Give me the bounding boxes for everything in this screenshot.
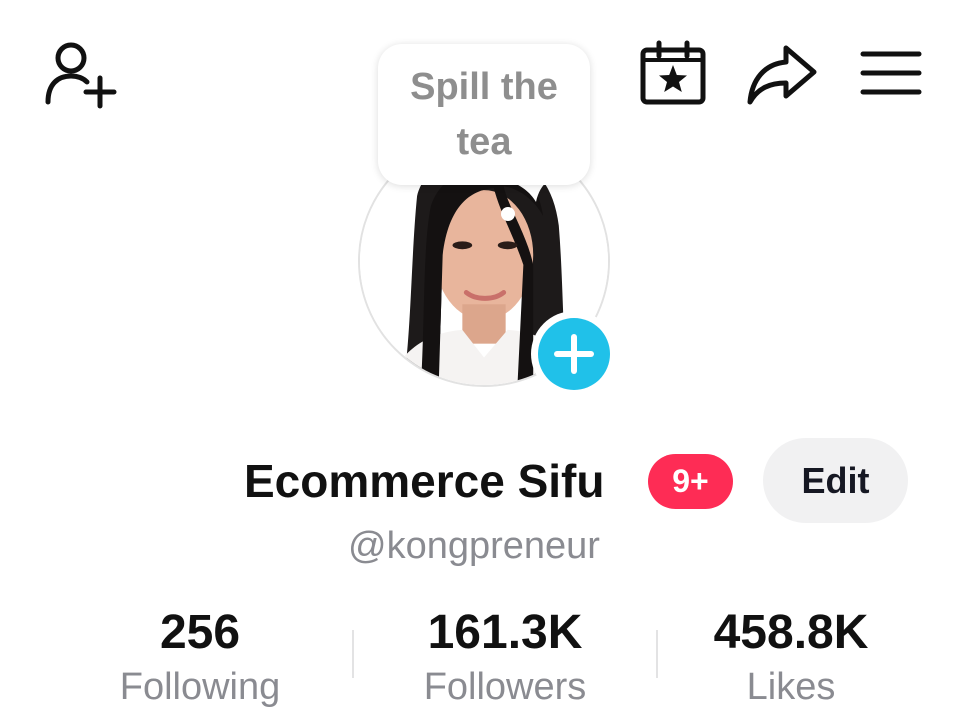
share-arrow-icon — [747, 45, 817, 105]
stat-value: 256 — [159, 606, 241, 659]
note-bubble[interactable]: Spill the tea — [378, 44, 590, 185]
calendar-button[interactable] — [636, 38, 710, 108]
plus-icon — [554, 334, 594, 374]
add-story-button[interactable] — [531, 311, 617, 397]
add-friend-button[interactable] — [36, 38, 120, 112]
display-name: Ecommerce Sifu — [244, 455, 605, 507]
stat-followers[interactable]: 161.3K Followers — [375, 603, 635, 711]
stat-divider — [352, 630, 354, 678]
person-plus-icon — [45, 42, 117, 109]
add-story-circle — [538, 318, 610, 390]
calendar-star-icon — [640, 40, 706, 105]
stat-likes[interactable]: 458.8K Likes — [661, 603, 921, 711]
menu-button[interactable] — [858, 46, 924, 100]
edit-profile-button[interactable]: Edit — [763, 438, 908, 523]
notification-badge[interactable]: 9+ — [648, 454, 733, 509]
hamburger-menu-icon — [860, 51, 922, 95]
stat-value: 458.8K — [713, 606, 869, 659]
share-button[interactable] — [744, 40, 820, 108]
stat-divider — [656, 630, 658, 678]
stat-label: Followers — [423, 666, 587, 708]
stat-label: Following — [119, 666, 281, 708]
stat-following[interactable]: 256 Following — [70, 603, 330, 711]
username: @kongpreneur — [348, 525, 600, 567]
stat-value: 161.3K — [427, 606, 583, 659]
note-bubble-text: Spill the tea — [410, 65, 558, 163]
stat-label: Likes — [746, 666, 836, 708]
note-bubble-dot — [501, 207, 515, 221]
